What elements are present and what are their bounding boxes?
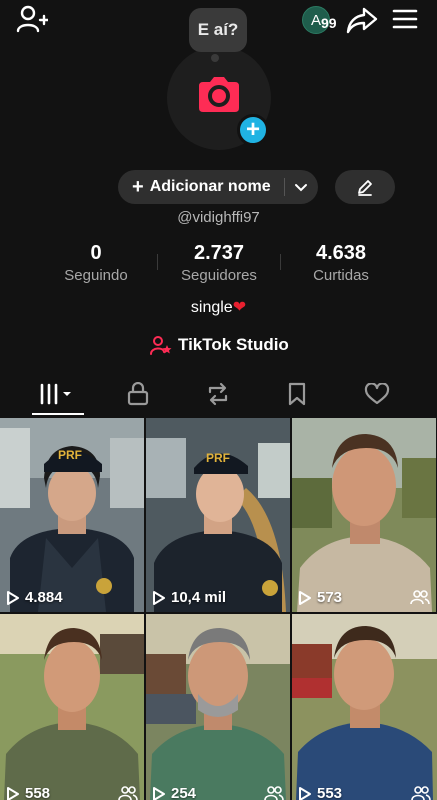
camera-icon [199,77,239,112]
view-count-text: 254 [171,785,197,800]
add-friend-icon[interactable] [16,4,48,34]
stat-value: 0 [90,242,102,264]
view-count: 4.884 [6,589,63,606]
video-thumbnail[interactable]: 573 [292,418,436,612]
view-count-text: 4.884 [25,589,63,606]
thumbnail-image [292,614,437,800]
collab-icon [264,786,284,800]
heart-icon [364,383,390,405]
username: @vidighffi97 [177,209,260,226]
bio-text: single [190,299,233,316]
play-icon [153,590,165,605]
bio[interactable]: single❤ [0,297,437,317]
view-count-text: 10,4 mil [171,589,227,606]
view-count-text: 558 [25,785,51,800]
video-thumbnail[interactable]: PRF 4.884 [0,418,144,612]
view-count: 10,4 mil [152,589,226,606]
add-name-label: Adicionar nome [149,178,271,195]
lock-icon [127,382,149,406]
view-count: 254 [152,785,196,800]
stat-label: Seguidores [181,267,257,284]
heart-emoji: ❤ [232,299,247,316]
bookmark-icon [288,382,306,406]
svg-text:PRF: PRF [206,451,230,465]
edit-profile-button[interactable] [335,170,395,204]
avatar-letter: A [310,11,321,29]
content-tabs [0,372,437,416]
pencil-icon [358,180,372,196]
video-thumbnail[interactable]: PRF 10,4 mil [146,418,290,612]
bubble-tail [211,54,219,62]
view-count-text: 553 [317,785,343,800]
stat-followers[interactable]: 2.737 Seguidores [168,242,270,284]
collab-icon [118,786,138,800]
collab-icon [411,786,431,800]
thumbnail-image [146,614,290,800]
divider [157,254,158,270]
chevron-down-icon[interactable] [294,180,308,194]
play-icon [7,590,19,605]
thumbnail-image: PRF [0,418,144,612]
video-thumbnail[interactable]: 254 [146,614,290,800]
tab-favorites[interactable] [277,372,317,416]
studio-label: TikTok Studio [178,335,289,354]
add-name-button[interactable]: + Adicionar nome [118,170,318,204]
studio-icon [150,336,172,355]
notification-count: 99 [321,15,337,31]
view-count-text: 573 [317,589,343,606]
divider [284,178,285,196]
active-tab-indicator [32,413,84,415]
play-icon [299,590,311,605]
tiktok-studio-link[interactable]: TikTok Studio [150,334,289,356]
collab-icon [410,590,430,605]
play-icon [153,786,165,800]
thumbnail-image [0,614,144,800]
tab-private[interactable] [118,372,158,416]
play-icon [299,786,311,800]
share-icon[interactable] [346,6,378,34]
thumbnail-image: PRF [146,418,290,612]
tab-reposts[interactable] [198,372,238,416]
menu-icon[interactable] [392,7,418,31]
video-thumbnail[interactable]: 553 [292,614,437,800]
stat-label: Seguindo [64,267,128,284]
repost-icon [208,382,228,406]
tab-liked[interactable] [357,372,397,416]
view-count: 553 [298,785,342,800]
grid-icon [40,383,71,405]
status-bubble[interactable]: E aí? [189,8,247,52]
tab-videos[interactable] [32,372,84,416]
video-thumbnail[interactable]: 558 [0,614,144,800]
divider [280,254,281,270]
add-photo-button[interactable]: + [237,114,269,146]
stat-following[interactable]: 0 Seguindo [56,242,136,284]
thumbnail-image [292,418,436,612]
view-count: 573 [298,589,342,606]
plus-icon: + [132,175,144,198]
svg-text:PRF: PRF [58,448,82,462]
stat-value: 4.638 [315,242,367,264]
stat-value: 2.737 [193,242,245,264]
view-count: 558 [6,785,50,800]
video-grid: PRF 4.884 PRF 10,4 mil 573 558 254 553 [0,418,437,800]
stat-likes[interactable]: 4.638 Curtidas [296,242,386,284]
play-icon [7,786,19,800]
stat-label: Curtidas [313,267,369,284]
